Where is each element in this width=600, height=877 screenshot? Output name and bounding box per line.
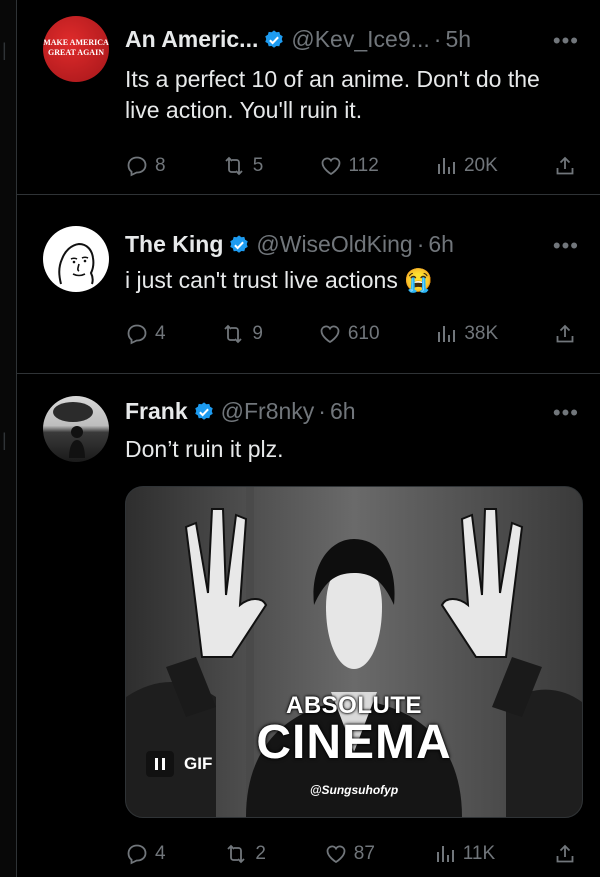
- timestamp[interactable]: 6h: [428, 231, 454, 258]
- share-button[interactable]: [553, 842, 577, 866]
- tweet[interactable]: The King @WiseOldKing · 6h ••• i just ca…: [17, 195, 600, 374]
- heart-icon: [324, 842, 348, 866]
- gif-watermark: @Sungsuhofyp: [309, 783, 399, 797]
- left-edge: | |: [0, 0, 16, 877]
- repost-button[interactable]: 9: [220, 322, 263, 346]
- repost-button[interactable]: 2: [223, 842, 266, 866]
- reply-button[interactable]: 4: [125, 842, 166, 866]
- repost-count: 2: [255, 843, 266, 864]
- wojak-avatar-icon: [58, 242, 95, 285]
- reply-icon: [125, 322, 149, 346]
- person-silhouette-icon: [53, 402, 93, 458]
- tweet-header: The King @WiseOldKing · 6h: [125, 231, 454, 258]
- display-name[interactable]: Frank: [125, 398, 188, 425]
- views-icon: [434, 154, 458, 178]
- view-count: 11K: [462, 843, 496, 864]
- tweet-actions: 4 9 610 38K: [125, 322, 577, 346]
- repost-count: 5: [252, 155, 264, 176]
- reply-button[interactable]: 4: [125, 322, 166, 346]
- display-name[interactable]: An Americ...: [125, 26, 258, 53]
- more-options-icon[interactable]: •••: [553, 28, 579, 54]
- gif-badge: GIF: [184, 754, 213, 773]
- repost-button[interactable]: 5: [221, 154, 264, 178]
- pause-icon: [155, 758, 165, 770]
- display-name[interactable]: The King: [125, 231, 223, 258]
- user-handle[interactable]: @Kev_Ice9...: [291, 26, 429, 53]
- reply-icon: [125, 154, 149, 178]
- share-button[interactable]: [553, 322, 577, 346]
- like-button[interactable]: 610: [318, 322, 380, 346]
- crying-emoji-icon: 😭: [404, 267, 433, 293]
- reply-icon: [125, 842, 149, 866]
- like-count: 87: [353, 843, 375, 864]
- share-icon: [553, 154, 577, 178]
- views-icon: [433, 842, 457, 866]
- separator: ·: [433, 26, 442, 52]
- like-button[interactable]: 87: [324, 842, 375, 866]
- reply-count: 4: [155, 843, 166, 864]
- tweet-actions: 4 2 87 11K: [125, 842, 577, 866]
- repost-icon: [221, 154, 247, 178]
- views-icon: [434, 322, 458, 346]
- views-button[interactable]: 11K: [433, 842, 495, 866]
- share-icon: [553, 322, 577, 346]
- tweet-header: Frank @Fr8nky · 6h: [125, 398, 356, 425]
- repost-icon: [220, 322, 246, 346]
- gif-controls: GIF: [146, 751, 212, 777]
- avatar-hat-text: MAKE AMERICA GREAT AGAIN: [43, 38, 109, 57]
- user-handle[interactable]: @WiseOldKing: [256, 231, 412, 258]
- reply-button[interactable]: 8: [125, 154, 166, 178]
- tweet-text-content: i just can't trust live actions: [125, 267, 398, 293]
- share-button[interactable]: [553, 154, 577, 178]
- avatar[interactable]: MAKE AMERICA GREAT AGAIN: [43, 16, 109, 82]
- like-button[interactable]: 112: [319, 154, 379, 178]
- views-button[interactable]: 20K: [434, 154, 498, 178]
- edge-fragment: |: [2, 40, 7, 60]
- heart-icon: [319, 154, 343, 178]
- separator: ·: [416, 231, 425, 257]
- reply-count: 8: [155, 155, 166, 176]
- tweet[interactable]: MAKE AMERICA GREAT AGAIN An Americ... @K…: [17, 0, 600, 195]
- reply-thread: MAKE AMERICA GREAT AGAIN An Americ... @K…: [16, 0, 600, 877]
- repost-icon: [223, 842, 249, 866]
- tweet-text: i just can't trust live actions 😭: [125, 265, 575, 296]
- verified-badge-icon: [263, 29, 285, 51]
- more-options-icon[interactable]: •••: [553, 233, 579, 259]
- tweet-text: Its a perfect 10 of an anime. Don't do t…: [125, 66, 540, 123]
- view-count: 20K: [463, 155, 498, 176]
- repost-count: 9: [252, 323, 263, 344]
- verified-badge-icon: [228, 234, 250, 256]
- user-handle[interactable]: @Fr8nky: [221, 398, 315, 425]
- avatar[interactable]: [43, 396, 109, 462]
- reply-count: 4: [155, 323, 166, 344]
- views-button[interactable]: 38K: [434, 322, 498, 346]
- like-count: 610: [347, 323, 380, 344]
- separator: ·: [318, 398, 326, 424]
- timestamp[interactable]: 5h: [445, 26, 471, 53]
- share-icon: [553, 842, 577, 866]
- tweet-text: Don’t ruin it plz.: [125, 436, 284, 462]
- tweet-header: An Americ... @Kev_Ice9... · 5h: [125, 26, 471, 53]
- view-count: 38K: [464, 323, 499, 344]
- tweet-actions: 8 5 112 20K: [125, 154, 577, 178]
- avatar[interactable]: [43, 226, 109, 292]
- like-count: 112: [348, 155, 379, 176]
- more-options-icon[interactable]: •••: [553, 400, 579, 426]
- heart-icon: [318, 322, 342, 346]
- pause-button[interactable]: [146, 751, 174, 777]
- gif-media[interactable]: ABSOLUTE CINEMA @Sungsuhofyp GIF: [125, 486, 583, 818]
- timestamp[interactable]: 6h: [330, 398, 356, 425]
- edge-fragment: |: [2, 430, 7, 450]
- verified-badge-icon: [193, 401, 215, 423]
